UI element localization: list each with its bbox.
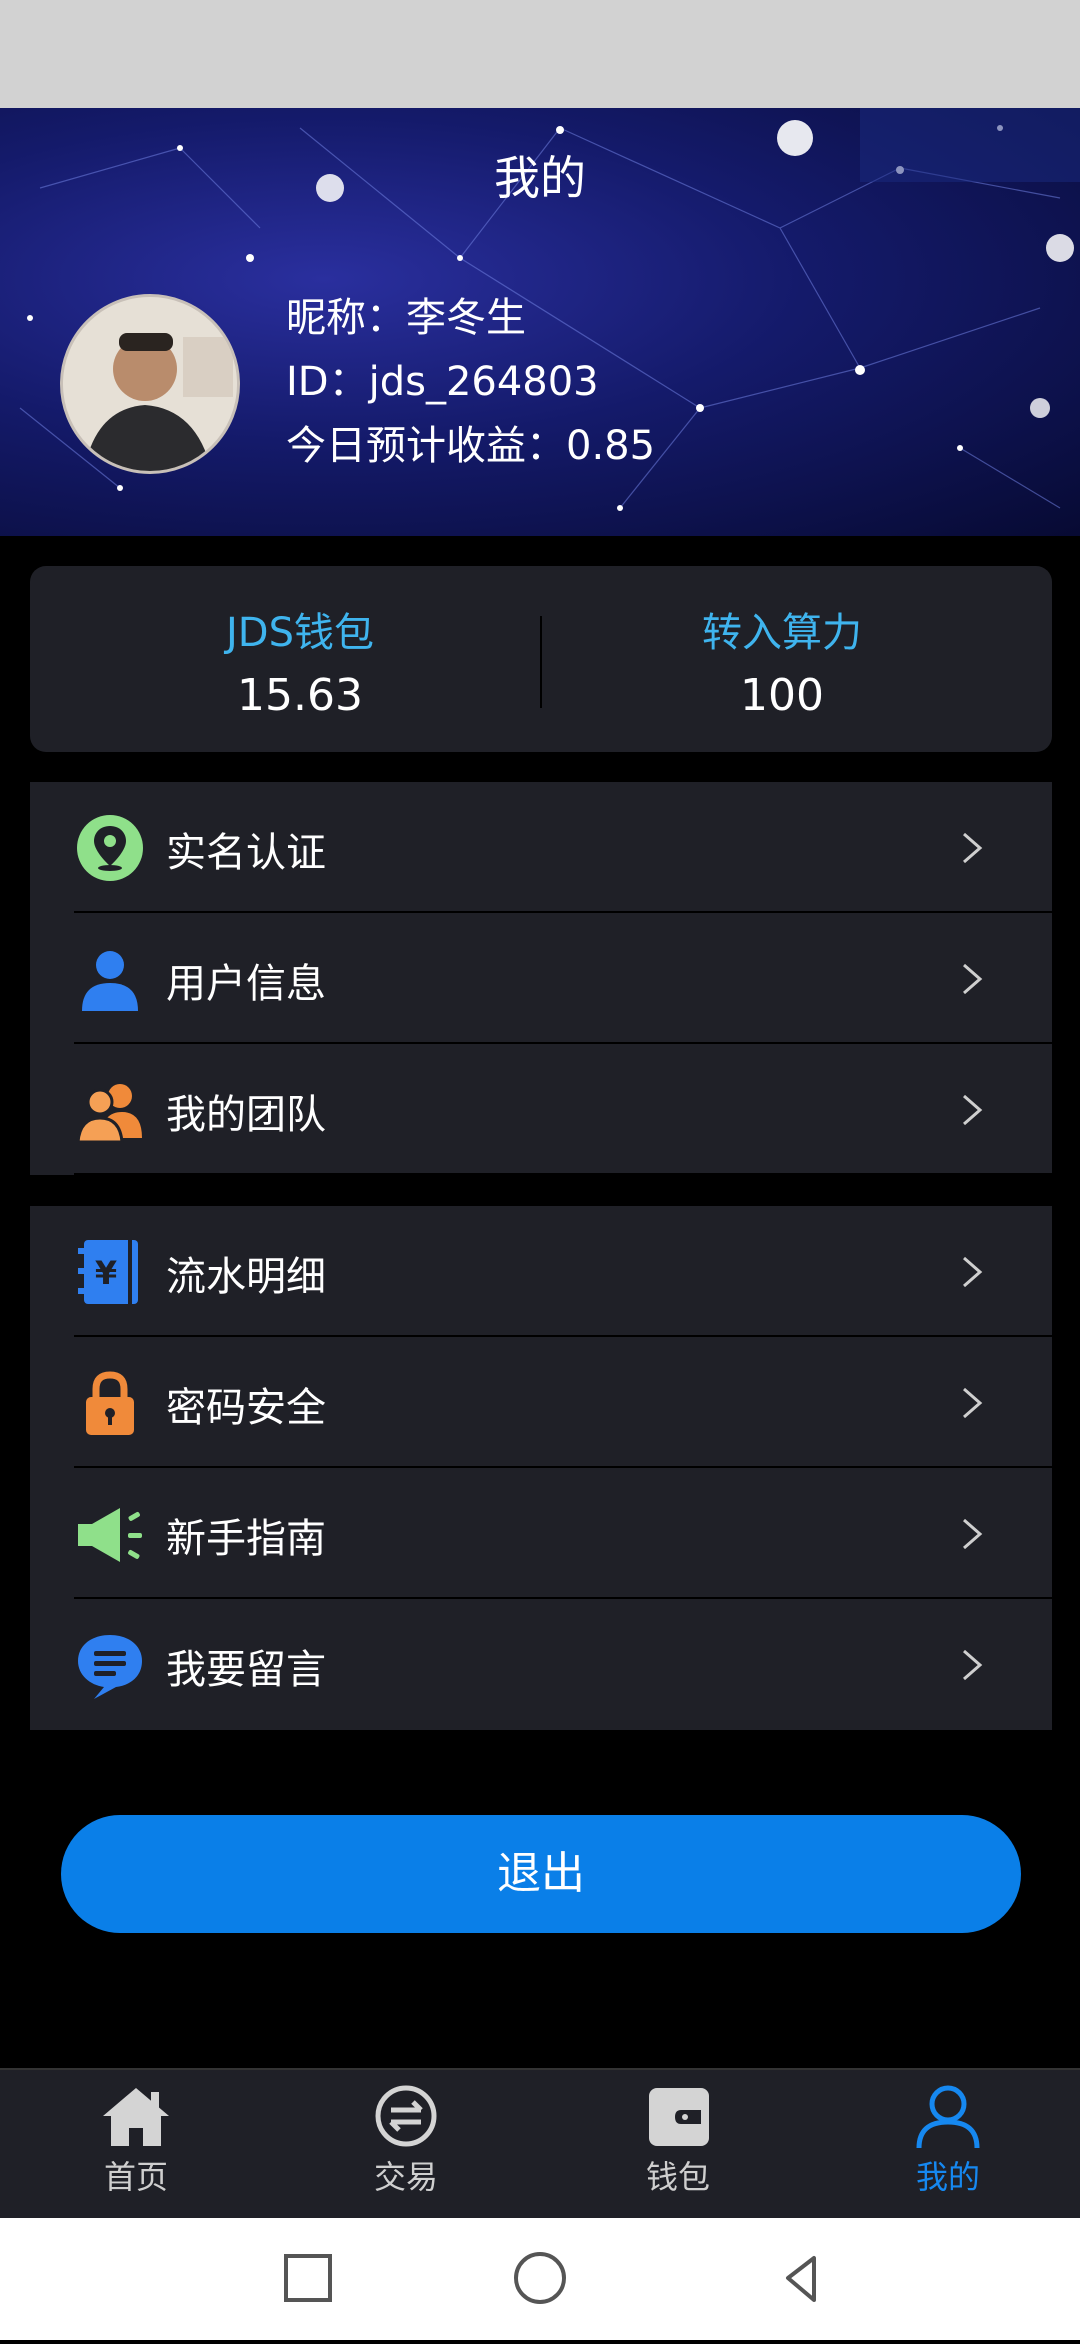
menu-label: 实名认证	[166, 830, 326, 876]
chevron-right-icon	[963, 1518, 983, 1550]
wallet-icon	[649, 2088, 709, 2146]
user-icon	[82, 951, 138, 1011]
chevron-right-icon	[963, 832, 983, 864]
ledger-yen-icon: ¥	[78, 1240, 138, 1304]
logout-button[interactable]: 退出	[61, 1815, 1021, 1933]
profile-info: 昵称：李冬生 ID：jds_264803 今日预计收益：0.85	[286, 286, 655, 478]
nickname-text: 昵称：李冬生	[286, 295, 526, 341]
recent-apps-button[interactable]	[284, 2254, 332, 2302]
tab-mine[interactable]: 我的	[848, 2084, 1048, 2198]
chevron-right-icon	[963, 1094, 983, 1126]
megaphone-icon	[78, 1508, 142, 1562]
wallet-summary-card: JDS钱包 15.63 转入算力 100	[30, 566, 1052, 752]
person-icon	[916, 2085, 980, 2148]
menu-item-my-team[interactable]: 我的团队	[30, 1044, 1052, 1175]
transfer-power-label: 转入算力	[702, 610, 862, 656]
home-icon	[103, 2088, 169, 2146]
jds-wallet-block[interactable]: JDS钱包 15.63	[60, 600, 540, 721]
menu-item-real-name-verification[interactable]: 实名认证	[30, 782, 1052, 913]
system-navigation-bar	[0, 2218, 1080, 2340]
home-button[interactable]	[514, 2252, 566, 2304]
tab-wallet[interactable]: 钱包	[578, 2084, 778, 2198]
user-id-text: ID：jds_264803	[286, 359, 599, 405]
menu-item-user-info[interactable]: 用户信息	[30, 913, 1052, 1044]
menu-group-account: 实名认证 用户信息 我的团队	[30, 782, 1052, 1175]
menu-item-leave-message[interactable]: 我要留言	[30, 1599, 1052, 1730]
tab-label: 交易	[373, 2158, 438, 2196]
chevron-right-icon	[963, 963, 983, 995]
transfer-power-value: 100	[740, 670, 824, 721]
tab-label: 我的	[915, 2158, 980, 2196]
estimated-earnings-text: 今日预计收益：0.85	[286, 423, 656, 469]
jds-wallet-label: JDS钱包	[226, 610, 374, 656]
jds-wallet-value: 15.63	[237, 670, 363, 721]
menu-item-password-security[interactable]: 密码安全	[30, 1337, 1052, 1468]
location-pin-icon	[77, 815, 143, 881]
exchange-icon	[375, 2085, 437, 2147]
tab-label: 首页	[103, 2158, 168, 2196]
menu-label: 密码安全	[166, 1385, 326, 1431]
tab-trade[interactable]: 交易	[306, 2084, 506, 2198]
transfer-power-block[interactable]: 转入算力 100	[542, 600, 1022, 721]
profile-header: 我的 昵称：李冬生 ID：jds_264803 今日预计收益：0.85	[0, 108, 1080, 536]
lock-icon	[86, 1371, 134, 1435]
menu-label: 新手指南	[166, 1516, 326, 1562]
page-title: 我的	[494, 151, 586, 205]
menu-label: 用户信息	[166, 961, 326, 1007]
avatar[interactable]	[60, 294, 240, 474]
status-bar	[0, 0, 1080, 108]
menu-item-beginner-guide[interactable]: 新手指南	[30, 1468, 1052, 1599]
divider	[74, 1173, 1052, 1175]
menu-label: 我要留言	[166, 1647, 326, 1693]
chat-bubble-icon	[78, 1635, 142, 1699]
tab-label: 钱包	[645, 2158, 710, 2196]
chevron-right-icon	[963, 1387, 983, 1419]
bottom-tab-bar: 首页 交易 钱包 我的	[0, 2068, 1080, 2218]
chevron-right-icon	[963, 1256, 983, 1288]
menu-item-transaction-details[interactable]: ¥ 流水明细	[30, 1206, 1052, 1337]
menu-group-tools: ¥ 流水明细 密码安全 新手指南 我要留言	[30, 1206, 1052, 1730]
chevron-right-icon	[963, 1649, 983, 1681]
menu-label: 流水明细	[166, 1254, 326, 1300]
back-button[interactable]	[786, 2256, 816, 2302]
menu-label: 我的团队	[166, 1092, 326, 1138]
avatar-photo	[63, 297, 237, 471]
svg-text:¥: ¥	[95, 1254, 117, 1292]
tab-home[interactable]: 首页	[36, 2084, 236, 2198]
team-icon	[76, 1084, 142, 1144]
